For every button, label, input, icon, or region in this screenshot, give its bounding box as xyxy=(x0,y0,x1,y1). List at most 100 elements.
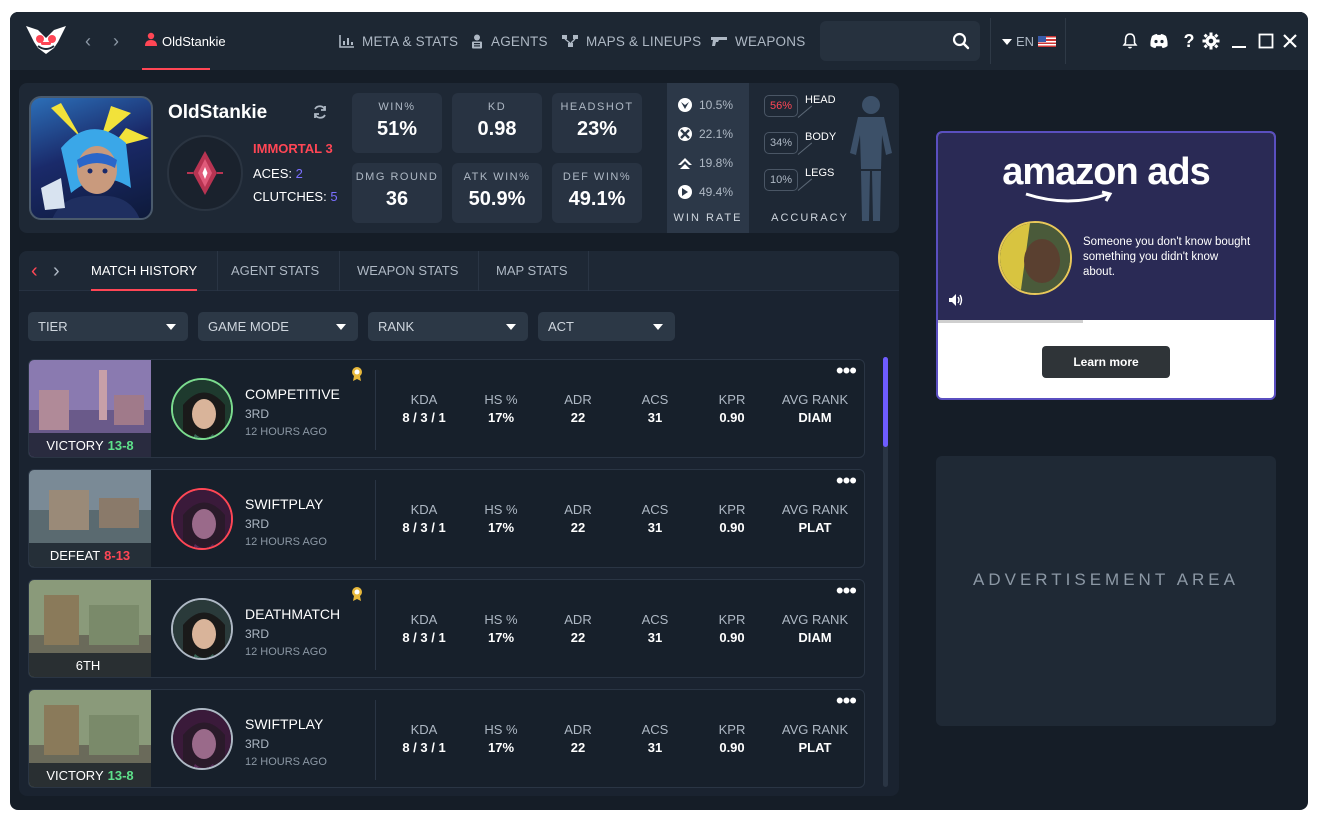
nav-maps-lineups[interactable]: MAPS & LINEUPS xyxy=(561,12,701,70)
rank-badge xyxy=(167,135,243,211)
learn-more-button[interactable]: Learn more xyxy=(1042,346,1170,378)
clutches-label: CLUTCHES: xyxy=(253,189,327,204)
ad-placeholder: ADVERTISEMENT AREA xyxy=(936,456,1276,726)
stat-header: KPR xyxy=(718,612,746,627)
game-mode-filter[interactable]: GAME MODE xyxy=(198,312,358,341)
clutches-stat: CLUTCHES: 5 xyxy=(253,189,338,204)
stat-kda: KDA 8 / 3 / 1 xyxy=(384,392,464,425)
result-label: DEFEAT xyxy=(49,548,101,563)
win-rate-value: 10.5% xyxy=(699,98,734,112)
caret-down-icon xyxy=(506,324,516,330)
agent-portrait xyxy=(171,378,233,440)
agent-portrait-icon xyxy=(41,103,149,218)
refresh-icon[interactable] xyxy=(312,104,328,120)
gear-icon[interactable] xyxy=(1202,32,1220,50)
speaker-icon[interactable] xyxy=(948,293,964,307)
tab-prev-icon[interactable]: ‹ xyxy=(31,251,38,291)
aces-label: ACES: xyxy=(253,166,293,181)
more-options-icon[interactable]: ••• xyxy=(836,580,857,602)
nav-agents[interactable]: AGENTS xyxy=(470,12,548,70)
scrollbar[interactable] xyxy=(883,357,888,787)
maximize-icon[interactable] xyxy=(1257,32,1275,50)
forward-arrow-icon[interactable]: › xyxy=(109,32,123,50)
stat-adr: ADR 22 xyxy=(538,722,618,755)
language-selector[interactable]: EN xyxy=(1002,34,1057,49)
act-filter[interactable]: ACT xyxy=(538,312,675,341)
more-options-icon[interactable]: ••• xyxy=(836,360,857,382)
ad-brand: amazon ads xyxy=(1002,151,1211,193)
tier-filter[interactable]: TIER xyxy=(28,312,188,341)
ad-image xyxy=(998,221,1072,295)
stat-value: 31 xyxy=(647,520,663,535)
stat-value: 22 xyxy=(570,520,586,535)
stat-value: 31 xyxy=(647,410,663,425)
stat-value: 49.1% xyxy=(568,188,626,210)
minimize-icon[interactable] xyxy=(1230,32,1248,50)
nav-agents-label: AGENTS xyxy=(491,33,548,49)
accuracy-body-value: 34% xyxy=(764,132,798,154)
match-result: VICTORY 13-8 xyxy=(29,433,151,457)
accuracy-panel: 56% HEAD 34% BODY 10% LEGS ACCURACY xyxy=(751,83,899,233)
tab-agent-stats[interactable]: AGENT STATS xyxy=(211,251,341,291)
profile-tab[interactable]: OldStankie xyxy=(142,12,226,70)
stat-atk-win: ATK WIN% 50.9% xyxy=(452,163,542,223)
stat-value: 17% xyxy=(487,520,515,535)
close-icon[interactable] xyxy=(1281,32,1299,50)
caret-down-icon xyxy=(336,324,346,330)
accuracy-head-value: 56% xyxy=(764,95,798,117)
match-row[interactable]: DEFEAT 8-13 SWIFTPLAY 3RD 12 HOURS AGO KD… xyxy=(28,469,865,568)
tab-next-icon[interactable]: › xyxy=(53,251,60,291)
discord-icon[interactable] xyxy=(1149,32,1169,50)
tab-weapon-stats[interactable]: WEAPON STATS xyxy=(337,251,480,291)
placement: 3RD xyxy=(245,627,270,641)
stat-kda: KDA 8 / 3 / 1 xyxy=(384,612,464,645)
win-rate-row: 19.8% xyxy=(677,155,733,171)
stat-header: KPR xyxy=(718,722,746,737)
game-mode: DEATHMATCH xyxy=(245,606,341,622)
ad-video[interactable]: amazon ads Someone you don't know bought… xyxy=(938,133,1274,320)
ad-banner[interactable]: amazon ads Someone you don't know bought… xyxy=(936,131,1276,400)
stat-value: 0.98 xyxy=(477,118,517,140)
more-options-icon[interactable]: ••• xyxy=(836,690,857,712)
nav-meta-stats[interactable]: META & STATS xyxy=(339,12,458,70)
us-flag-icon xyxy=(1038,36,1057,47)
result-label: VICTORY xyxy=(46,438,104,453)
stat-acs: ACS 31 xyxy=(615,392,695,425)
search-input[interactable] xyxy=(820,21,980,61)
stat-hs: HS % 17% xyxy=(461,502,541,535)
tab-match-history[interactable]: MATCH HISTORY xyxy=(71,251,219,291)
stat-def-win: DEF WIN% 49.1% xyxy=(552,163,642,223)
match-result: DEFEAT 8-13 xyxy=(29,543,151,567)
agent-avatar xyxy=(29,96,153,220)
stat-kpr: KPR 0.90 xyxy=(692,392,772,425)
stat-kd: KD 0.98 xyxy=(452,93,542,153)
map-thumbnail: DEFEAT 8-13 xyxy=(29,470,151,567)
stat-value: 0.90 xyxy=(719,410,745,425)
match-row[interactable]: VICTORY 13-8 SWIFTPLAY 3RD 12 HOURS AGO K… xyxy=(28,689,865,788)
stat-header: KDA xyxy=(410,722,438,737)
bell-icon[interactable] xyxy=(1121,32,1139,50)
nav-weapons[interactable]: WEAPONS xyxy=(710,12,805,70)
profile-summary: OldStankie IMMORTAL 3 ACES: 2 CLUTCHES: … xyxy=(19,83,899,233)
search-icon[interactable] xyxy=(952,32,970,50)
stat-label: HEADSHOT xyxy=(560,101,634,113)
placement: 3RD xyxy=(245,407,270,421)
match-row[interactable]: VICTORY 13-8 COMPETITIVE 3RD 12 HOURS AGO… xyxy=(28,359,865,458)
more-options-icon[interactable]: ••• xyxy=(836,470,857,492)
stat-value: 17% xyxy=(487,630,515,645)
unrated-icon xyxy=(678,127,692,141)
app-logo-icon[interactable] xyxy=(24,22,68,60)
stat-value: 0.90 xyxy=(719,520,745,535)
game-mode: SWIFTPLAY xyxy=(245,496,324,512)
scrollbar-thumb[interactable] xyxy=(883,357,888,447)
aces-stat: ACES: 2 xyxy=(253,166,303,181)
tab-map-stats[interactable]: MAP STATS xyxy=(476,251,589,291)
help-icon[interactable]: ? xyxy=(1180,32,1198,50)
stat-header: ADR xyxy=(564,612,592,627)
match-time: 12 HOURS AGO xyxy=(245,426,327,438)
match-row[interactable]: 6TH DEATHMATCH 3RD 12 HOURS AGO KDA 8 / 3… xyxy=(28,579,865,678)
stat-value: 22 xyxy=(570,740,586,755)
accuracy-connector xyxy=(797,142,813,155)
rank-filter[interactable]: RANK xyxy=(368,312,528,341)
back-arrow-icon[interactable]: ‹ xyxy=(81,32,95,50)
